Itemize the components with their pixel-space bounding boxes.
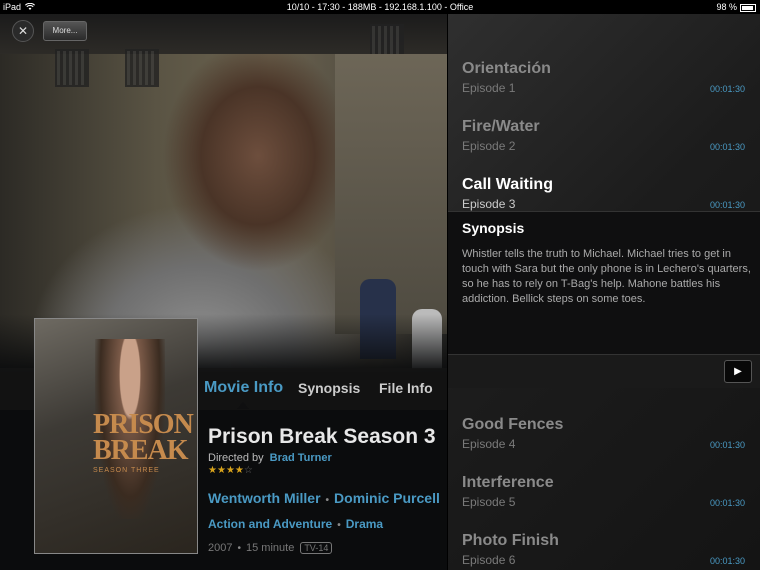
separator-dot: • — [237, 543, 241, 554]
episode-item[interactable]: Fire/Water Episode 2 00:01:30 — [448, 104, 760, 162]
separator-dot: • — [337, 520, 341, 531]
synopsis-text: Whistler tells the truth to Michael. Mic… — [462, 248, 751, 305]
episode-number: Episode 2 — [462, 139, 516, 153]
episode-duration: 00:01:30 — [709, 84, 745, 94]
episode-number: Episode 3 — [462, 197, 516, 211]
episode-item[interactable]: Interference Episode 5 00:01:30 — [448, 460, 760, 518]
episode-title: Interference — [462, 474, 554, 491]
star-rating: ★★★★☆ — [208, 465, 253, 476]
separator-dot: • — [325, 495, 330, 506]
episode-panel: Orientación Episode 1 00:01:30 Fire/Wate… — [447, 14, 760, 570]
directed-label: Directed by — [208, 452, 264, 464]
episode-title: Orientación — [462, 60, 551, 77]
star-empty-icon: ☆ — [243, 465, 253, 476]
episode-duration: 00:01:30 — [709, 498, 745, 508]
actors-line: Wentworth Miller • Dominic Purcell — [208, 490, 440, 506]
episode-number: Episode 6 — [462, 553, 516, 567]
status-bar: iPad 10/10 - 17:30 - 188MB - 192.168.1.1… — [0, 0, 760, 14]
episode-synopsis: Synopsis Whistler tells the truth to Mic… — [448, 211, 760, 388]
battery-status: 98 % — [716, 0, 756, 14]
active-tab-pointer — [237, 402, 249, 409]
episode-duration: 00:01:30 — [709, 142, 745, 152]
synopsis-heading: Synopsis — [462, 220, 525, 236]
episode-item[interactable]: Orientación Episode 1 00:01:30 — [448, 46, 760, 104]
director-link[interactable]: Brad Turner — [270, 452, 332, 464]
star-filled-icon: ★ — [208, 465, 217, 476]
tab-movie-info[interactable]: Movie Info — [204, 379, 283, 397]
poster-title-line2: BREAK — [93, 435, 189, 466]
runtime-label: 15 minute — [246, 542, 295, 554]
episode-title: Photo Finish — [462, 532, 559, 549]
episode-duration: 00:01:30 — [709, 556, 745, 566]
poster-subtitle: SEASON THREE — [93, 467, 160, 474]
play-button[interactable]: ▶ — [724, 360, 752, 383]
meta-line: 2007 • 15 minute TV-14 — [208, 542, 333, 554]
year-label: 2007 — [208, 542, 233, 554]
genres-line: Action and Adventure • Drama — [208, 517, 383, 531]
tab-synopsis[interactable]: Synopsis — [298, 380, 360, 396]
episode-item[interactable]: Good Fences Episode 4 00:01:30 — [448, 402, 760, 460]
episode-item[interactable]: Photo Finish Episode 6 00:01:30 — [448, 518, 760, 570]
director-line: Directed by Brad Turner — [208, 452, 332, 464]
poster-image: PRISON BREAK SEASON THREE — [34, 318, 198, 554]
episode-number: Episode 1 — [462, 81, 516, 95]
battery-icon — [740, 3, 756, 12]
star-filled-icon: ★ — [225, 465, 235, 476]
star-filled-icon: ★ — [234, 465, 244, 476]
episode-title: Fire/Water — [462, 118, 540, 135]
episode-number: Episode 5 — [462, 495, 516, 509]
more-button[interactable]: More... — [43, 21, 87, 41]
close-button[interactable]: ✕ — [12, 20, 34, 42]
star-filled-icon: ★ — [216, 465, 226, 476]
episode-title: Call Waiting — [462, 176, 553, 193]
episode-duration: 00:01:30 — [709, 440, 745, 450]
genre-link[interactable]: Drama — [346, 517, 383, 531]
episode-title: Good Fences — [462, 416, 564, 433]
status-info: 10/10 - 17:30 - 188MB - 192.168.1.100 - … — [286, 2, 474, 12]
synopsis-actions: ▶ — [448, 354, 760, 388]
episode-duration: 00:01:30 — [709, 200, 745, 210]
movie-title: Prison Break Season 3 — [208, 425, 436, 448]
tab-file-info[interactable]: File Info — [379, 380, 433, 396]
episode-number: Episode 4 — [462, 437, 516, 451]
genre-link[interactable]: Action and Adventure — [208, 517, 332, 531]
actor-link[interactable]: Wentworth Miller — [208, 490, 321, 506]
actor-link[interactable]: Dominic Purcell — [334, 490, 440, 506]
content-rating-badge: TV-14 — [300, 542, 333, 554]
